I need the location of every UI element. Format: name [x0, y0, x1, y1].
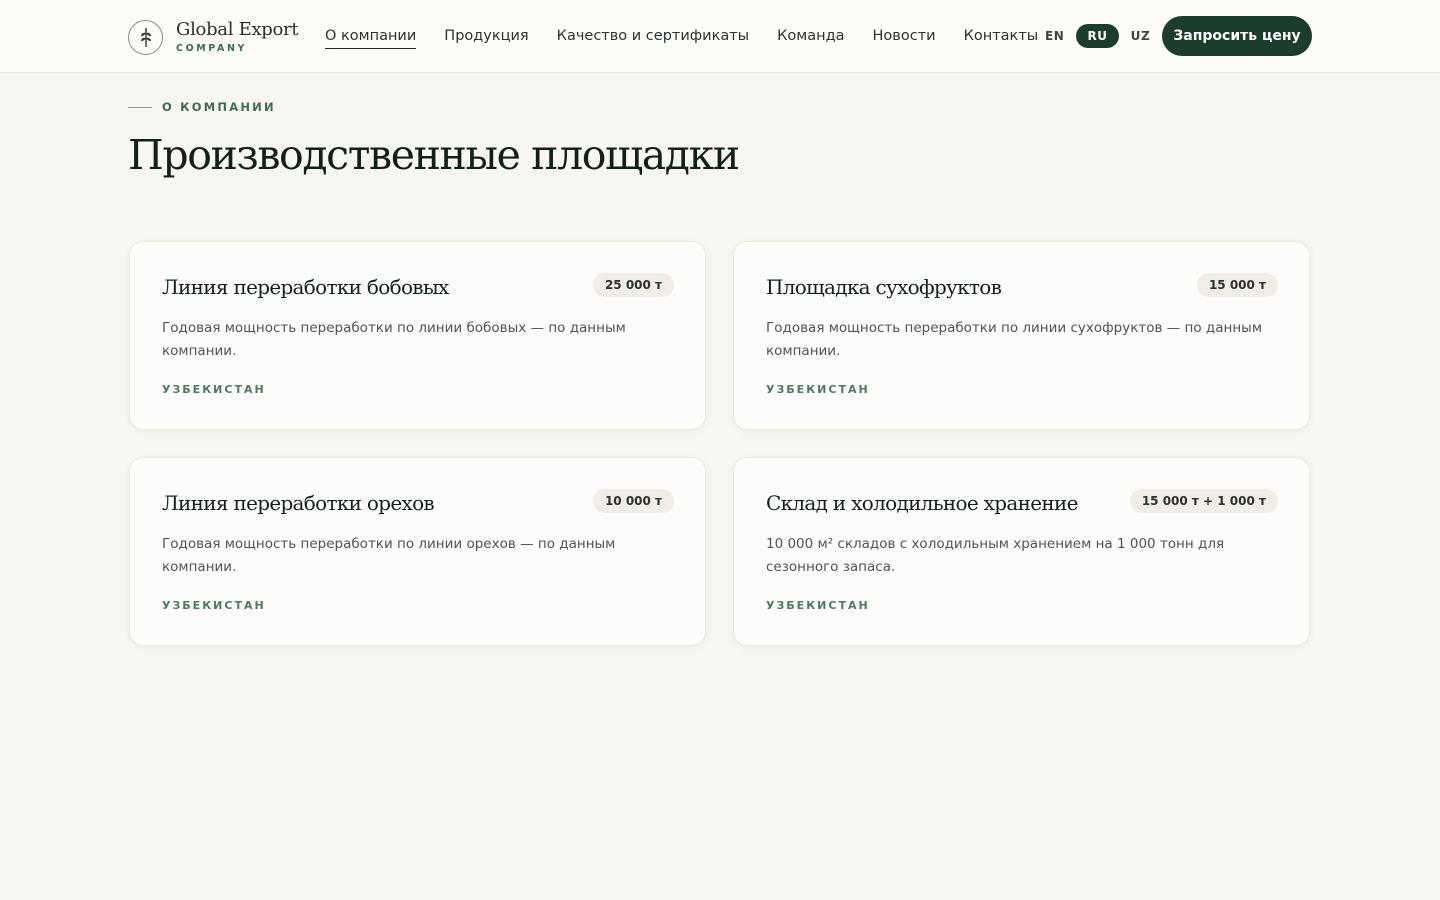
facility-card: Линия переработки бобовых 25 000 т Годов…: [129, 241, 706, 430]
nav-item-about[interactable]: О компании: [325, 28, 417, 49]
capacity-badge: 15 000 т + 1 000 т: [1129, 489, 1278, 513]
card-title: Линия переработки орехов: [162, 491, 435, 515]
wheat-icon: [128, 19, 163, 55]
logo-subtitle: COMPANY: [176, 42, 247, 54]
language-switcher: EN RU UZ: [1037, 24, 1162, 48]
nav-item-quality[interactable]: Качество и сертификаты: [557, 28, 749, 44]
site-header: Global Export COMPANY О компании Продукц…: [0, 0, 1440, 73]
card-title: Линия переработки бобовых: [162, 275, 449, 299]
capacity-badge: 25 000 т: [592, 273, 674, 297]
capacity-badge: 10 000 т: [592, 489, 674, 513]
eyebrow-divider: [128, 106, 152, 108]
lang-uz[interactable]: UZ: [1123, 24, 1159, 48]
card-description: Годовая мощность переработки по линии бо…: [162, 320, 626, 359]
lang-ru[interactable]: RU: [1076, 24, 1119, 48]
lang-en[interactable]: EN: [1037, 24, 1072, 48]
logo-title: Global Export: [176, 18, 299, 40]
page-title: Производственные площадки: [128, 131, 740, 179]
card-description: Годовая мощность переработки по линии су…: [766, 320, 1263, 359]
nav-item-news[interactable]: Новости: [873, 28, 936, 44]
capacity-badge: 15 000 т: [1196, 273, 1278, 297]
main-nav: О компании Продукция Качество и сертифик…: [325, 0, 1066, 72]
eyebrow-text: О КОМПАНИИ: [162, 100, 276, 114]
logo[interactable]: Global Export COMPANY: [128, 16, 299, 56]
nav-item-products[interactable]: Продукция: [444, 28, 528, 44]
card-location: УЗБЕКИСТАН: [766, 383, 870, 396]
card-title: Склад и холодильное хранение: [766, 491, 1078, 515]
card-location: УЗБЕКИСТАН: [766, 599, 870, 612]
request-price-button[interactable]: Запросить цену: [1162, 16, 1312, 56]
card-description: Годовая мощность переработки по линии ор…: [162, 536, 616, 575]
facility-card: Склад и холодильное хранение 15 000 т + …: [733, 457, 1310, 646]
section-eyebrow: О КОМПАНИИ: [128, 100, 276, 114]
facility-card: Площадка сухофруктов 15 000 т Годовая мо…: [733, 241, 1310, 430]
nav-item-team[interactable]: Команда: [777, 28, 844, 44]
nav-item-contacts[interactable]: Контакты: [964, 28, 1039, 44]
card-title: Площадка сухофруктов: [766, 275, 1002, 299]
card-description: 10 000 м² складов с холодильным хранение…: [766, 536, 1225, 575]
card-location: УЗБЕКИСТАН: [162, 383, 266, 396]
card-location: УЗБЕКИСТАН: [162, 599, 266, 612]
facility-card: Линия переработки орехов 10 000 т Годова…: [129, 457, 706, 646]
